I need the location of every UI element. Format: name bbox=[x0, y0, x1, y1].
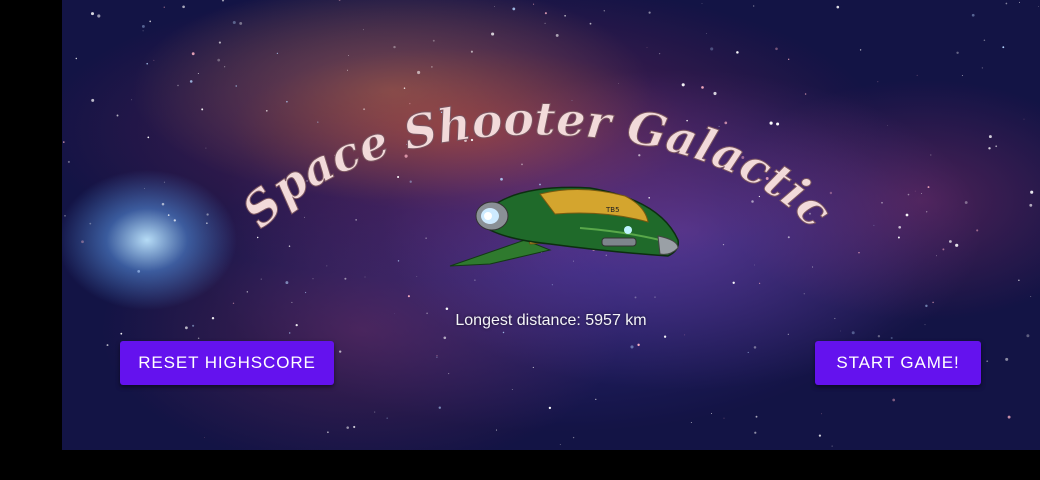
reset-highscore-button[interactable]: RESET HIGHSCORE bbox=[120, 341, 334, 385]
longest-distance-value: 5957 km bbox=[585, 312, 647, 329]
game-screen: Space Shooter Galactic TB5 Longest dista… bbox=[62, 0, 1040, 450]
longest-distance-label: Longest distance: bbox=[455, 312, 581, 329]
ship-marking: TB5 bbox=[605, 206, 620, 214]
spaceship-image: TB5 bbox=[449, 186, 680, 267]
longest-distance-text: Longest distance: 5957 km bbox=[62, 312, 1040, 330]
start-game-button[interactable]: START GAME! bbox=[815, 341, 981, 385]
